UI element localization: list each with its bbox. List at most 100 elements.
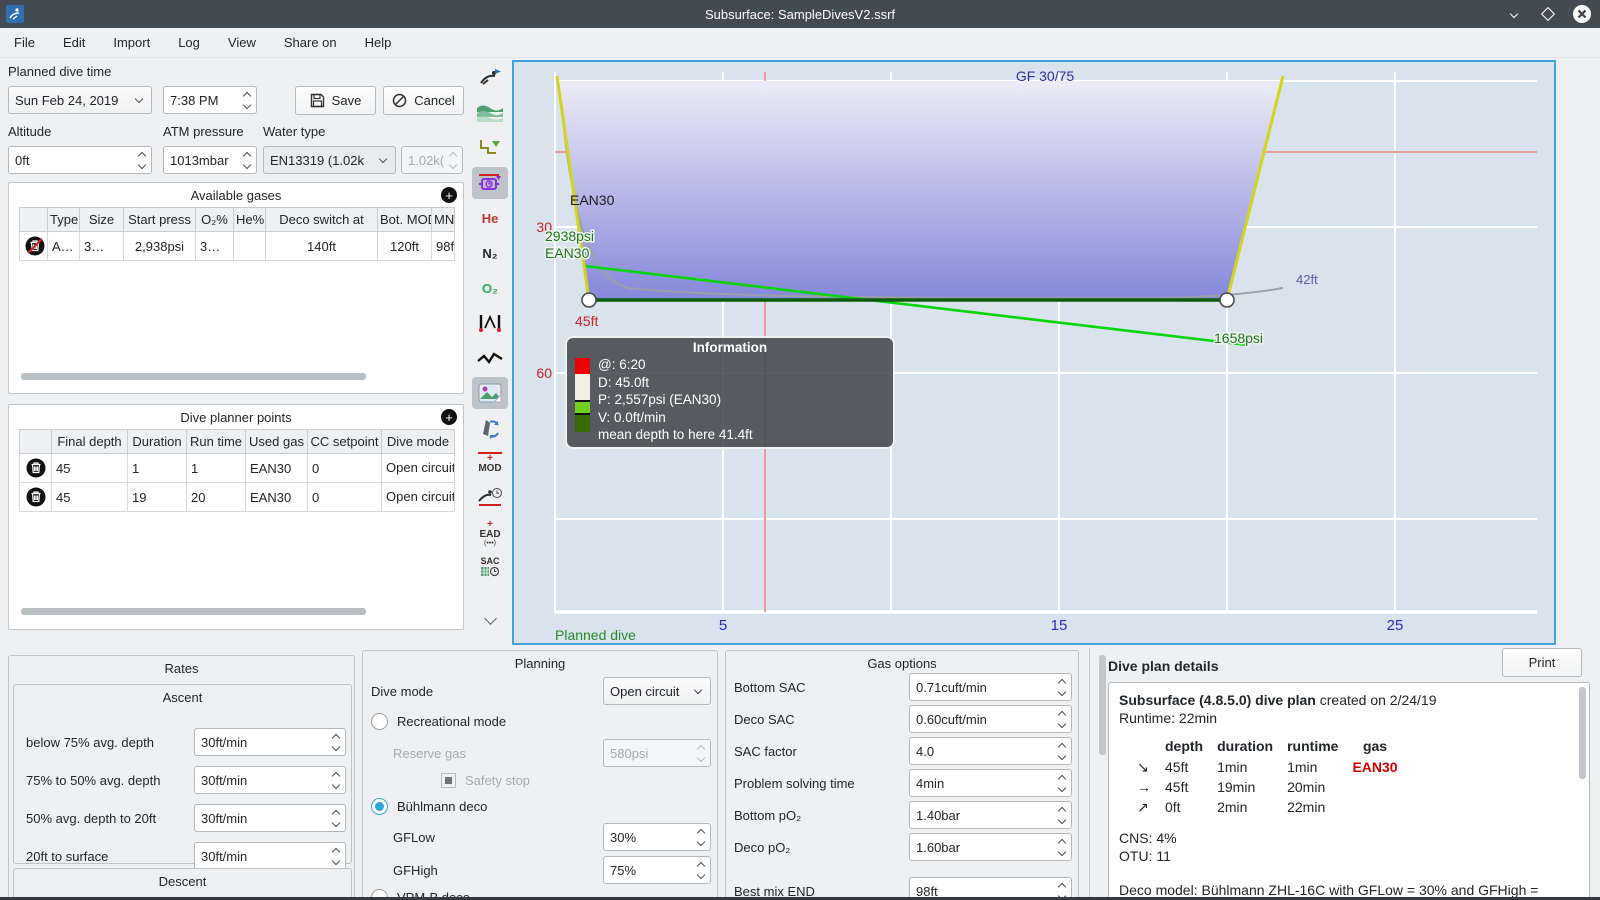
sac-factor-spinner[interactable]: 4.0 bbox=[909, 737, 1072, 765]
col-dive-mode[interactable]: Dive mode bbox=[381, 429, 455, 454]
recreational-mode-radio[interactable]: Recreational mode bbox=[371, 713, 506, 730]
gas-row[interactable]: A… 3… 2,938psi 3… 140ft 120ft 98f bbox=[19, 231, 455, 261]
gflow-spinner[interactable]: 30% bbox=[603, 823, 711, 851]
details-text[interactable]: Subsurface (4.8.5.0) dive plan created o… bbox=[1108, 682, 1590, 900]
safety-stop-checkbox[interactable]: Safety stop bbox=[441, 773, 530, 788]
details-vscrollbar[interactable] bbox=[1579, 687, 1586, 779]
save-button[interactable]: Save bbox=[295, 86, 376, 115]
gases-hscrollbar[interactable] bbox=[21, 373, 366, 380]
panel-splitter[interactable] bbox=[1089, 648, 1090, 900]
add-gas-button[interactable]: + bbox=[441, 187, 457, 203]
toolbar-ead-button[interactable]: + EAD (•••) bbox=[472, 517, 508, 549]
dive-computer-icon bbox=[479, 174, 501, 190]
problem-time-spinner[interactable]: 4min bbox=[909, 769, 1072, 797]
toolbar-water-button[interactable] bbox=[472, 97, 508, 129]
maximize-icon[interactable] bbox=[1538, 4, 1558, 24]
rate-spinner[interactable]: 30ft/min bbox=[194, 842, 346, 870]
point-row[interactable]: 45 1 1 EAN30 0 Open circuit bbox=[19, 453, 455, 483]
descent-title: Descent bbox=[158, 874, 207, 889]
bottom-po2-spinner[interactable]: 1.40bar bbox=[909, 801, 1072, 829]
menu-file[interactable]: File bbox=[0, 31, 49, 54]
bottom-sac-spinner[interactable]: 0.71cuft/min bbox=[909, 673, 1072, 701]
menu-log[interactable]: Log bbox=[164, 31, 214, 54]
col-final-depth[interactable]: Final depth bbox=[51, 429, 128, 454]
rate-spinner[interactable]: 30ft/min bbox=[194, 728, 346, 756]
waypoint-handle[interactable] bbox=[1219, 292, 1235, 308]
dive-time-value: 7:38 PM bbox=[170, 92, 219, 108]
rate-spinner[interactable]: 30ft/min bbox=[194, 804, 346, 832]
col-start-press[interactable]: Start press bbox=[123, 207, 196, 232]
altitude-spinner[interactable]: 0ft bbox=[8, 146, 152, 174]
density-spinner: 1.02k( bbox=[401, 146, 463, 174]
toolbar-gaschange-button[interactable] bbox=[472, 412, 508, 444]
toolbar-collapse-button[interactable] bbox=[472, 606, 508, 630]
col-size[interactable]: Size bbox=[79, 207, 124, 232]
col-o2[interactable]: O₂% bbox=[195, 207, 234, 232]
toolbar-mod-button[interactable]: + MOD bbox=[472, 447, 508, 479]
col-bot-mod[interactable]: Bot. MOD bbox=[377, 207, 432, 232]
gas-mnd: 98f bbox=[431, 231, 455, 261]
menu-share-on[interactable]: Share on bbox=[270, 31, 351, 54]
water-type-combo[interactable]: EN13319 (1.02k bbox=[263, 146, 396, 174]
delete-gas-disabled-icon[interactable] bbox=[24, 235, 46, 257]
sac-grid-clock-icon bbox=[481, 566, 500, 577]
toolbar-diver-button[interactable] bbox=[472, 62, 508, 94]
toolbar-sac-button[interactable]: SAC bbox=[472, 552, 508, 584]
toolbar-ceiling-button[interactable] bbox=[472, 132, 508, 164]
details-col-runtime: runtime bbox=[1287, 738, 1339, 754]
cancel-button[interactable]: Cancel bbox=[383, 86, 464, 115]
point-row[interactable]: 45 19 20 EAN30 0 Open circuit bbox=[19, 482, 455, 512]
col-deco-switch[interactable]: Deco switch at bbox=[265, 207, 378, 232]
dive-planner-points-panel: Dive planner points + Final depth Durati… bbox=[8, 404, 464, 630]
menu-help[interactable]: Help bbox=[351, 31, 406, 54]
toolbar-o2-button[interactable]: O₂ bbox=[472, 272, 508, 304]
tooltip-time: @: 6:20 bbox=[598, 357, 646, 372]
col-mnd[interactable]: MN bbox=[431, 207, 455, 232]
heartrate-icon bbox=[477, 352, 503, 365]
col-duration[interactable]: Duration bbox=[127, 429, 187, 454]
toolbar-dc-ceiling-button[interactable] bbox=[472, 167, 508, 199]
points-hscrollbar[interactable] bbox=[21, 608, 366, 615]
col-he[interactable]: He% bbox=[233, 207, 266, 232]
cancel-icon bbox=[393, 93, 407, 108]
toolbar-ruler-button[interactable] bbox=[472, 307, 508, 339]
segment-duration: 19min bbox=[1217, 779, 1256, 795]
deco-po2-spinner[interactable]: 1.60bar bbox=[909, 833, 1072, 861]
delete-point-icon[interactable] bbox=[25, 457, 47, 479]
print-button[interactable]: Print bbox=[1502, 648, 1582, 677]
toolbar-ndl-button[interactable] bbox=[472, 482, 508, 514]
dive-profile-chart[interactable]: GF 30/75 30 60 5 15 25 EAN30 2938psi EAN… bbox=[512, 60, 1556, 645]
dive-mode-label: Dive mode bbox=[371, 683, 434, 699]
points-table: Final depth Duration Run time Used gas C… bbox=[19, 429, 455, 512]
gas-he bbox=[233, 231, 266, 261]
toolbar-he-button[interactable]: He bbox=[472, 202, 508, 234]
menu-view[interactable]: View bbox=[214, 31, 270, 54]
gfhigh-spinner[interactable]: 75% bbox=[603, 856, 711, 884]
close-icon[interactable] bbox=[1572, 4, 1592, 24]
col-cc-setpoint[interactable]: CC setpoint bbox=[307, 429, 382, 454]
recreational-mode-label: Recreational mode bbox=[397, 714, 507, 729]
toolbar-photos-button[interactable] bbox=[472, 377, 508, 409]
rate-spinner[interactable]: 30ft/min bbox=[194, 766, 346, 794]
waypoint-handle[interactable] bbox=[581, 292, 597, 308]
information-tooltip[interactable]: Information @: 6:20 D: 45.0ft P: 2,557ps… bbox=[565, 336, 895, 449]
atm-pressure-spinner[interactable]: 1013mbar bbox=[163, 146, 257, 174]
bottom-vscrollbar[interactable] bbox=[1099, 655, 1106, 755]
details-row: → 45ft 19min 20min bbox=[1137, 777, 1412, 797]
menu-import[interactable]: Import bbox=[99, 31, 164, 54]
toolbar-heartrate-button[interactable] bbox=[472, 342, 508, 374]
menu-edit[interactable]: Edit bbox=[49, 31, 99, 54]
dive-date-combo[interactable]: Sun Feb 24, 2019 bbox=[8, 86, 152, 114]
col-used-gas[interactable]: Used gas bbox=[245, 429, 308, 454]
delete-point-icon[interactable] bbox=[25, 486, 47, 508]
col-run-time[interactable]: Run time bbox=[186, 429, 246, 454]
add-point-button[interactable]: + bbox=[441, 409, 457, 425]
deco-sac-spinner[interactable]: 0.60cuft/min bbox=[909, 705, 1072, 733]
minimize-icon[interactable] bbox=[1504, 4, 1524, 24]
toolbar-n2-button[interactable]: N₂ bbox=[472, 237, 508, 269]
col-type[interactable]: Type bbox=[47, 207, 80, 232]
dive-mode-combo[interactable]: Open circuit bbox=[603, 677, 711, 705]
buhlmann-deco-radio[interactable]: Bühlmann deco bbox=[371, 798, 487, 815]
dive-time-spinner[interactable]: 7:38 PM bbox=[163, 86, 257, 114]
print-button-label: Print bbox=[1528, 655, 1556, 670]
